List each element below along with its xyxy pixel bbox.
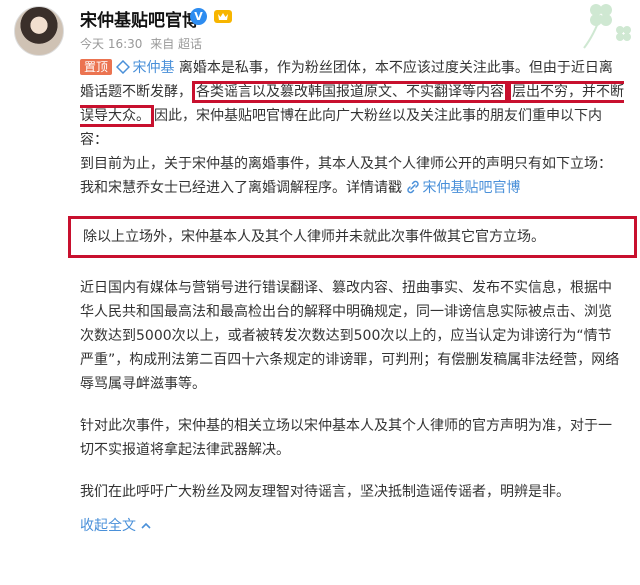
pinned-badge: 置顶 [80, 59, 113, 75]
collapse-label: 收起全文 [80, 518, 136, 534]
avatar[interactable] [14, 6, 64, 56]
topic-link[interactable]: 宋仲基 [116, 60, 174, 76]
paragraph-statement: 我和宋慧乔女士已经进入了离婚调解程序。详情请戳 宋仲基贴吧官博 [80, 176, 625, 200]
official-link[interactable]: 宋仲基贴吧官博 [406, 180, 520, 196]
paragraph-response: 针对此次事件，宋仲基的相关立场以宋仲基本人及其个人律师的官方声明为准，对于一切不… [80, 418, 612, 458]
statement-text: 我和宋慧乔女士已经进入了离婚调解程序。详情请戳 [80, 180, 402, 196]
topic-link-label: 宋仲基 [132, 60, 175, 76]
paragraph-position: 到目前为止，关于宋仲基的离婚事件，其本人及其个人律师公开的声明只有如下立场： [80, 156, 612, 172]
post-time: 今天 16:30 [80, 37, 143, 51]
post-header: 宋仲基贴吧官博 V 今天 16:30 来自 超话 [0, 0, 640, 58]
post-meta: 今天 16:30 来自 超话 [80, 35, 206, 52]
paragraph-legal: 近日国内有媒体与营销号进行错误翻译、篡改内容、扭曲事实、发布不实信息，根据中华人… [80, 280, 620, 392]
post-content: 置顶 宋仲基 离婚本是私事，作为粉丝团体，本不应该过度关注此事。但由于近日离婚话… [68, 56, 637, 538]
collapse-button[interactable]: 收起全文 [80, 514, 625, 538]
paragraph-appeal: 我们在此呼吁广大粉丝及网友理智对待谣言，坚决抵制造谣传谣者，明辨是非。 [80, 484, 570, 500]
chevron-up-icon [141, 522, 151, 529]
member-crown-icon[interactable] [213, 7, 233, 25]
topic-diamond-icon [116, 60, 131, 74]
highlight-box-rumors: 各类谣言以及篡改韩国报道原文、不实翻译等内容 [192, 81, 508, 103]
paragraph-intro: 置顶 宋仲基 离婚本是私事，作为粉丝团体，本不应该过度关注此事。但由于近日离婚话… [80, 56, 625, 152]
official-link-label: 宋仲基贴吧官博 [422, 180, 521, 196]
paragraph-intro-b: 因此，宋仲基贴吧官博在此向广大粉丝以及关注此事的朋友们重申以下内容： [80, 108, 602, 148]
clover-decoration-icon [583, 4, 631, 49]
highlight-box-official: 除以上立场外，宋仲基本人及其个人律师并未就此次事件做其它官方立场。 [68, 216, 637, 258]
author-name[interactable]: 宋仲基贴吧官博 [80, 6, 199, 31]
post-source[interactable]: 来自 超话 [150, 37, 202, 51]
verified-badge-icon: V [190, 8, 207, 25]
link-icon [407, 180, 420, 194]
